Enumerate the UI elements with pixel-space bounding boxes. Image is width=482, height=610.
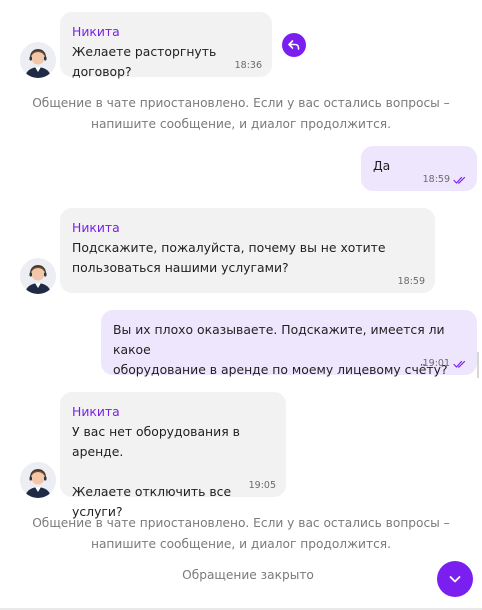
message-text: У вас нет оборудования в аренде. Желаете… <box>72 424 240 519</box>
scroll-down-button[interactable] <box>437 561 473 597</box>
chat-window: Никита Желаете расторгнуть договор? 18:3… <box>0 0 482 610</box>
message-bubble-outgoing: Да 18:59 <box>361 146 477 191</box>
operator-avatar <box>20 42 56 78</box>
sender-name: Никита <box>72 220 120 235</box>
message-bubble-incoming: Никита У вас нет оборудования в аренде. … <box>60 392 286 519</box>
chat-paused-notice: Общение в чате приостановлено. Если у ва… <box>32 516 450 551</box>
chevron-down-icon <box>449 576 461 583</box>
message-time: 18:59 <box>422 174 450 185</box>
double-check-icon <box>453 176 466 184</box>
operator-avatar <box>20 462 56 498</box>
message-time: 19:01 <box>422 358 450 369</box>
message-text: Да <box>373 158 391 173</box>
message-time: 18:59 <box>397 276 425 287</box>
message-bubble-incoming: Никита Подскажите, пожалуйста, почему вы… <box>60 208 435 293</box>
message-time: 19:05 <box>248 480 276 491</box>
sender-name: Никита <box>72 24 120 39</box>
scrollbar-thumb[interactable] <box>477 352 479 378</box>
chat-paused-notice: Общение в чате приостановлено. Если у ва… <box>32 96 450 131</box>
message-text: Желаете расторгнуть договор? <box>72 44 221 79</box>
message-time: 18:36 <box>234 60 262 71</box>
message-bubble-outgoing: Вы их плохо оказываете. Подскажите, имее… <box>101 310 477 377</box>
message-bubble-incoming: Никита Желаете расторгнуть договор? 18:3… <box>60 12 272 79</box>
reply-arrow-icon <box>288 40 300 50</box>
ticket-closed-label: Обращение закрыто <box>182 568 314 582</box>
double-check-icon <box>453 360 466 368</box>
message-text: Вы их плохо оказываете. Подскажите, имее… <box>113 322 448 377</box>
operator-avatar <box>20 258 56 294</box>
reply-button[interactable] <box>282 33 306 57</box>
sender-name: Никита <box>72 404 120 419</box>
message-text: Подскажите, пожалуйста, почему вы не хот… <box>72 240 386 275</box>
